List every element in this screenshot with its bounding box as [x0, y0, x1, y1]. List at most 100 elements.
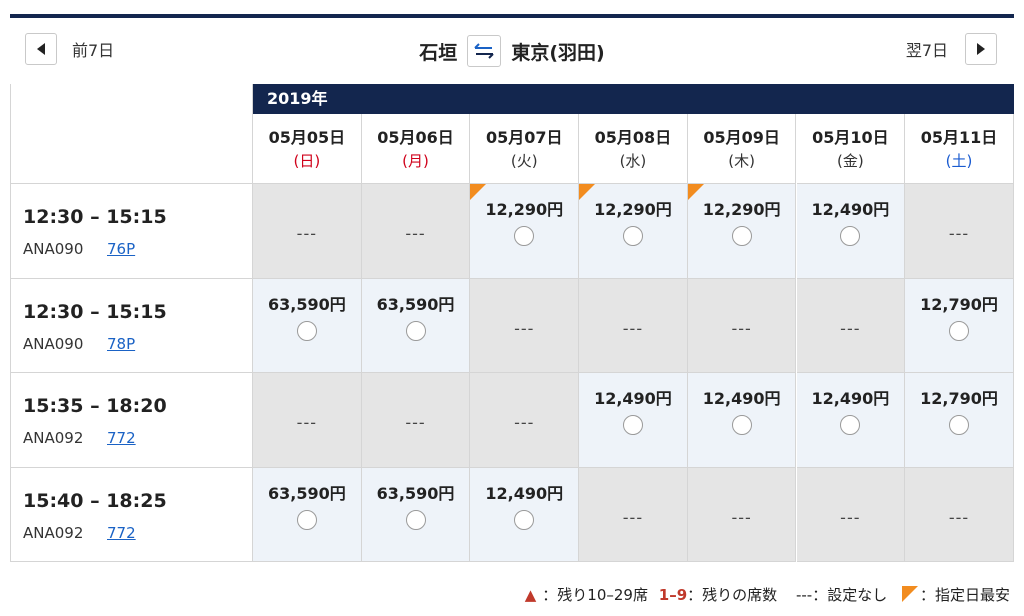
fare-cell[interactable]: 63,590円: [361, 278, 471, 373]
no-fare-dash: ---: [405, 413, 426, 432]
no-fare-dash: ---: [731, 318, 752, 338]
day-header-cell: 05月05日 (日): [253, 114, 362, 184]
flight-time: 15:40 – 18:25: [23, 489, 167, 512]
fare-cell-empty: ---: [470, 278, 580, 373]
fare-cell[interactable]: 12,490円: [470, 467, 580, 562]
day-weekday: (火): [510, 152, 538, 170]
fare-radio[interactable]: [840, 415, 861, 435]
next-7-days-label[interactable]: 翌7日: [906, 37, 948, 61]
fare-radio[interactable]: [514, 509, 535, 530]
flight-number: ANA092: [23, 523, 84, 542]
fare-cell-empty: ---: [361, 373, 471, 468]
fare-cell[interactable]: 12,490円: [687, 373, 797, 468]
fare-radio[interactable]: [405, 320, 426, 341]
fare-radio[interactable]: [622, 226, 643, 246]
fare-price: 12,490円: [702, 389, 781, 408]
aircraft-link[interactable]: 78P: [107, 335, 135, 353]
flight-info-cell: 15:40 – 18:25 ANA092 772: [10, 467, 253, 562]
aircraft-link[interactable]: 772: [107, 524, 136, 542]
fare-cell[interactable]: 12,490円: [796, 184, 906, 279]
no-fare-dash: ---: [840, 507, 861, 527]
fare-cell[interactable]: 12,290円: [470, 184, 580, 279]
fare-price: 12,490円: [811, 389, 890, 408]
day-weekday: (日): [293, 152, 321, 170]
fare-cell-empty: ---: [253, 184, 362, 279]
day-date: 05月08日: [594, 128, 672, 147]
destination-city: 東京(羽田): [511, 41, 605, 64]
fare-cell[interactable]: 12,290円: [687, 184, 797, 279]
flight-info-cell: 15:35 – 18:20 ANA092 772: [10, 373, 253, 468]
route-header: 石垣 東京(羽田): [0, 35, 1024, 67]
cheapest-flag-icon: [901, 586, 918, 602]
fare-price: 12,790円: [920, 294, 998, 314]
fare-cell[interactable]: 63,590円: [253, 278, 362, 373]
fare-cell-empty: ---: [905, 184, 1014, 279]
fare-cell[interactable]: 12,490円: [796, 373, 906, 468]
cheapest-flag-icon: [470, 184, 487, 200]
legend: ▲ ：残り10–29席 1–9：残りの席数 ---：設定なし ：指定日最安: [0, 584, 1010, 605]
no-fare-dash: ---: [948, 224, 970, 243]
triangle-icon: ▲: [524, 586, 537, 604]
fare-price: 12,490円: [594, 389, 672, 408]
flight-number: ANA092: [23, 429, 84, 447]
fare-cell[interactable]: 12,790円: [905, 278, 1014, 373]
fare-radio[interactable]: [622, 415, 643, 435]
fare-cell[interactable]: 12,490円: [579, 373, 688, 468]
fare-radio[interactable]: [514, 226, 535, 246]
flight-number: ANA090: [23, 334, 84, 353]
legend-dash-text: ：設定なし: [812, 586, 888, 604]
fare-cell-empty: ---: [361, 184, 471, 279]
fare-cell-empty: ---: [579, 467, 688, 562]
no-fare-dash: ---: [514, 318, 535, 338]
fare-cell[interactable]: 63,590円: [361, 467, 471, 562]
fare-radio[interactable]: [840, 226, 861, 246]
day-header-cell: 05月06日 (月): [361, 114, 471, 184]
day-date: 05月09日: [703, 128, 780, 147]
legend-seats-text: ：残りの席数: [687, 586, 778, 604]
day-date: 05月06日: [377, 128, 454, 147]
swap-arrows-icon: [474, 43, 495, 59]
flight-time: 12:30 – 15:15: [23, 300, 167, 323]
no-fare-dash: ---: [840, 318, 861, 338]
aircraft-link[interactable]: 772: [107, 429, 136, 447]
fare-radio[interactable]: [296, 320, 317, 341]
swap-route-button[interactable]: [467, 35, 502, 67]
top-accent-bar: [10, 14, 1014, 18]
day-weekday: (水): [619, 152, 647, 170]
fare-radio[interactable]: [296, 509, 317, 530]
next-7-days-button[interactable]: [965, 33, 997, 65]
fare-cell-empty: ---: [687, 467, 797, 562]
no-fare-dash: ---: [731, 507, 752, 527]
fare-cell-empty: ---: [796, 278, 906, 373]
flight-time: 12:30 – 15:15: [23, 206, 167, 228]
cheapest-flag-icon: [579, 184, 596, 200]
fare-cell-empty: ---: [687, 278, 797, 373]
fare-cell[interactable]: 12,290円: [579, 184, 688, 279]
fare-radio[interactable]: [731, 415, 752, 435]
fare-cell[interactable]: 63,590円: [253, 467, 362, 562]
day-header-cell: 05月07日 (火): [470, 114, 580, 184]
day-weekday: (月): [402, 152, 429, 170]
fare-radio[interactable]: [949, 320, 970, 341]
fare-price: 12,490円: [485, 483, 564, 503]
legend-dash: ---: [795, 586, 813, 604]
aircraft-link[interactable]: 76P: [107, 240, 135, 258]
legend-remaining-10-29: ：残り10–29席: [542, 586, 648, 604]
day-date: 05月10日: [812, 128, 889, 147]
fare-price: 63,590円: [267, 483, 346, 503]
day-date: 05月05日: [268, 128, 346, 147]
legend-seats-range: 1–9: [658, 586, 688, 604]
no-fare-dash: ---: [622, 318, 644, 338]
fare-price: 63,590円: [267, 294, 346, 314]
fare-radio[interactable]: [949, 415, 970, 435]
day-header-cell: 05月08日 (水): [579, 114, 688, 184]
fare-cell-empty: ---: [796, 467, 906, 562]
no-fare-dash: ---: [296, 413, 317, 432]
fare-radio[interactable]: [405, 509, 426, 530]
fare-cell[interactable]: 12,790円: [905, 373, 1014, 468]
no-fare-dash: ---: [514, 413, 535, 432]
flight-info-cell: 12:30 – 15:15 ANA090 78P: [10, 278, 253, 373]
flight-time: 15:35 – 18:20: [23, 395, 167, 417]
fare-price: 12,290円: [702, 200, 781, 219]
fare-radio[interactable]: [731, 226, 752, 246]
